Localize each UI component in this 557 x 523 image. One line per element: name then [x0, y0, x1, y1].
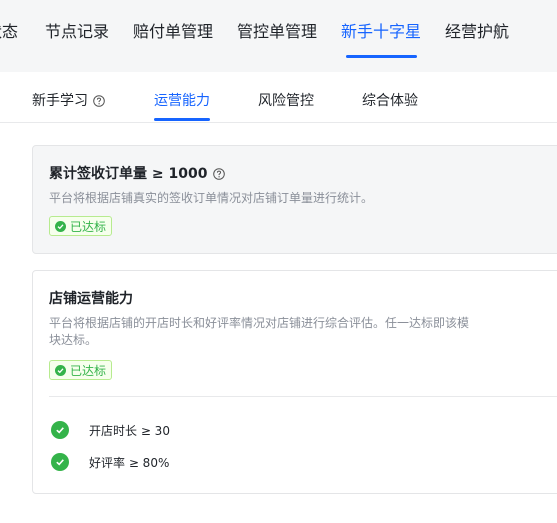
tab-node-records[interactable]: 节点记录 [45, 20, 109, 44]
subtab-operation-ability[interactable]: 运营能力 [154, 91, 210, 111]
check-circle-icon [51, 421, 69, 439]
help-icon[interactable] [213, 168, 226, 180]
sub-tab-bar: 新手学习 运营能力 风险管控 综合体验 [0, 72, 557, 123]
tab-novice-crossstar[interactable]: 新手十字星 [341, 20, 421, 44]
status-badge-label: 已达标 [70, 219, 107, 234]
content-panel: 新手学习 运营能力 风险管控 综合体验 累计签收订单量 ≥ 1000 平台将根据… [0, 72, 557, 523]
card-description: 平台将根据店铺的开店时长和好评率情况对店铺进行综合评估。任一达标即该模块达标。 [49, 316, 470, 347]
status-badge-label: 已达标 [70, 363, 107, 378]
divider [49, 396, 557, 397]
check-circle-icon [55, 220, 66, 232]
tab-business-escort[interactable]: 经营护航 [445, 20, 509, 44]
criterion-store-age: 开店时长 ≥ 30 [51, 421, 170, 439]
subtab-novice-learning[interactable]: 新手学习 [32, 91, 105, 111]
tab-control-management[interactable]: 管控单管理 [237, 20, 317, 44]
card-description: 平台将根据店铺真实的签收订单情况对店铺订单量进行统计。 [49, 191, 374, 205]
subtab-overall-experience[interactable]: 综合体验 [362, 91, 418, 111]
card-title-text: 累计签收订单量 ≥ 1000 [49, 166, 208, 182]
active-subtab-indicator [154, 118, 210, 121]
subtab-label: 新手学习 [32, 93, 88, 109]
check-circle-icon [55, 364, 66, 376]
criterion-label: 开店时长 ≥ 30 [89, 423, 170, 438]
criterion-positive-rate: 好评率 ≥ 80% [51, 453, 169, 471]
card-title: 店铺运营能力 [49, 291, 133, 307]
active-tab-indicator [346, 55, 417, 58]
tab-status[interactable]: 状态 [0, 20, 18, 44]
store-operation-card: 店铺运营能力 平台将根据店铺的开店时长和好评率情况对店铺进行综合评估。任一达标即… [32, 270, 557, 494]
tab-compensation-management[interactable]: 赔付单管理 [133, 20, 213, 44]
card-title: 累计签收订单量 ≥ 1000 [49, 164, 226, 184]
status-badge: 已达标 [49, 360, 113, 380]
signed-orders-card: 累计签收订单量 ≥ 1000 平台将根据店铺真实的签收订单情况对店铺订单量进行统… [32, 145, 557, 254]
help-icon[interactable] [93, 95, 105, 107]
status-badge: 已达标 [49, 216, 113, 236]
check-circle-icon [51, 453, 69, 471]
top-navigation: 状态 节点记录 赔付单管理 管控单管理 新手十字星 经营护航 [0, 0, 557, 66]
subtab-risk-control[interactable]: 风险管控 [258, 91, 314, 111]
criterion-label: 好评率 ≥ 80% [89, 455, 170, 470]
